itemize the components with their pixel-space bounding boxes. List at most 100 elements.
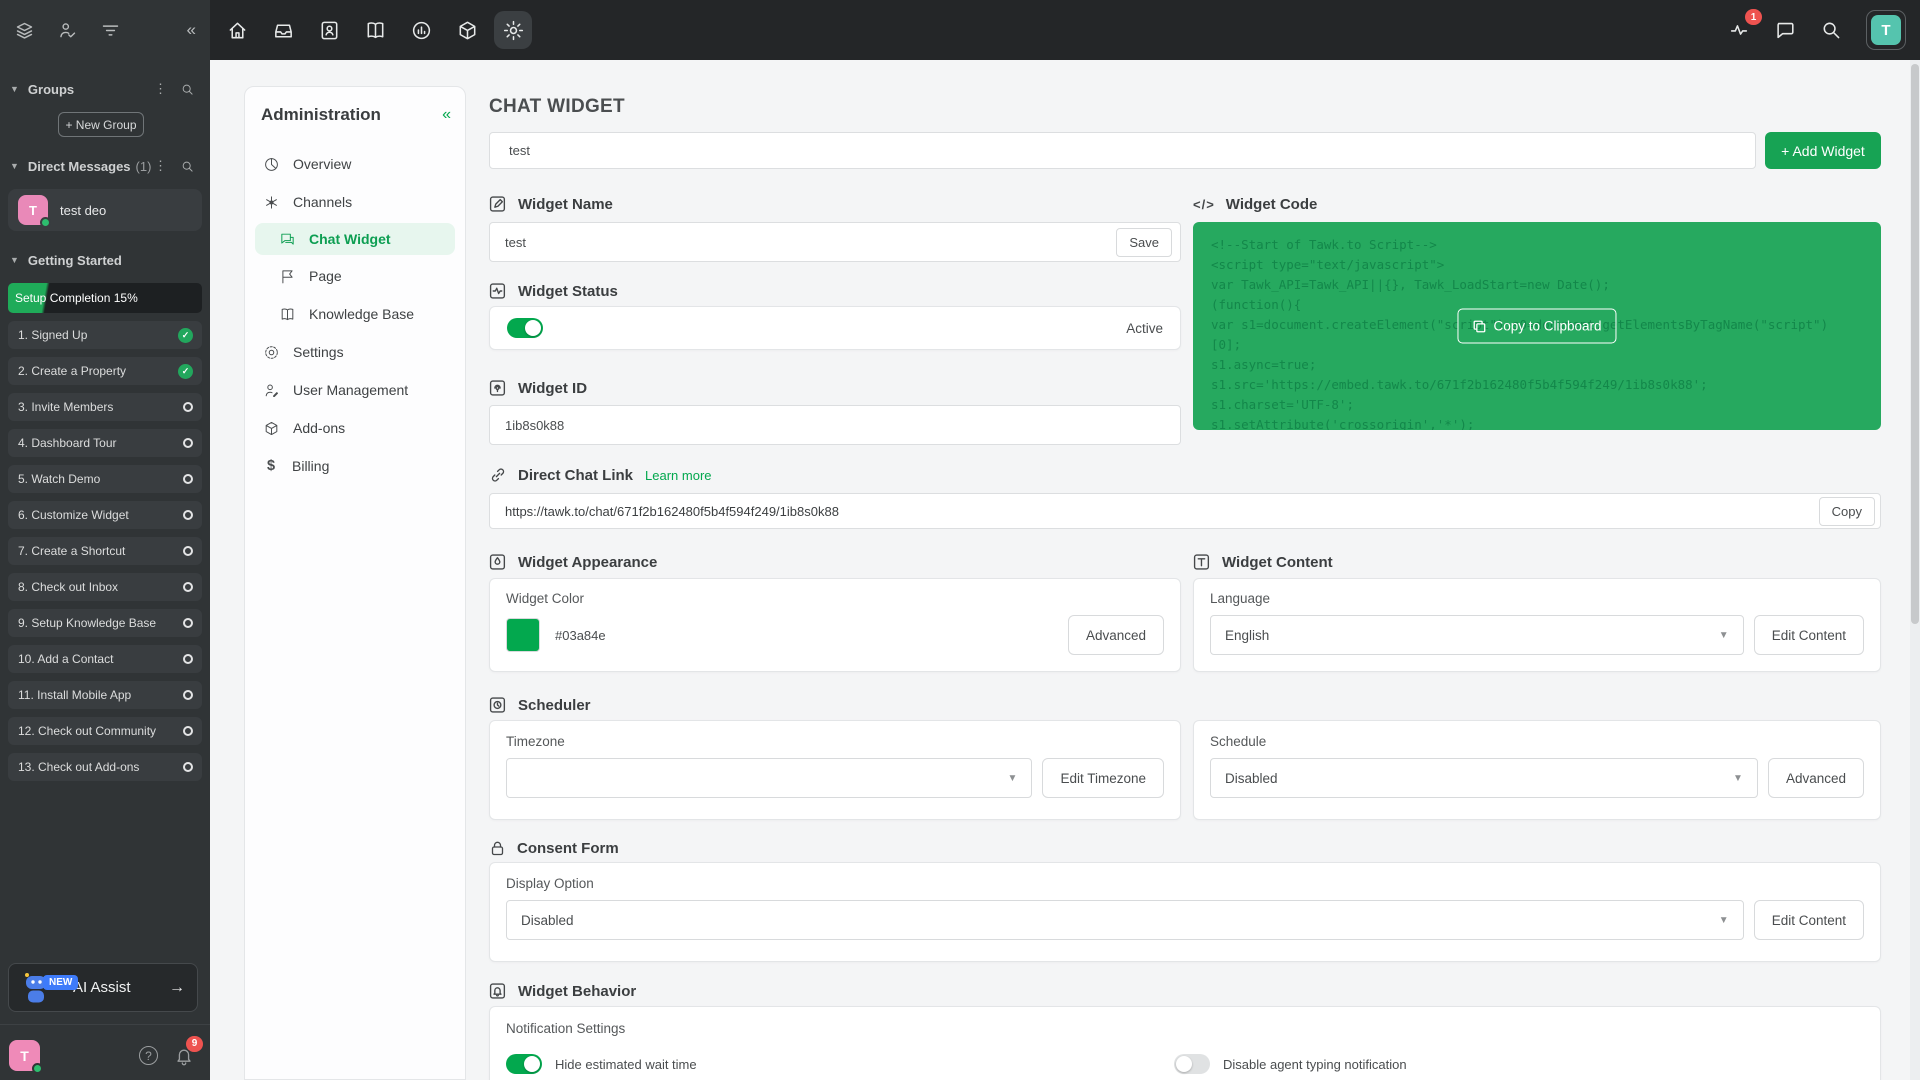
language-dropdown[interactable]: English ▼ — [1210, 615, 1744, 655]
checklist-item[interactable]: 6. Customize Widget ✓ — [8, 501, 202, 529]
widget-appearance-header: Widget Appearance — [489, 552, 1181, 572]
chevron-down-icon: ▼ — [1008, 773, 1018, 784]
nav-addons-button[interactable] — [448, 11, 486, 49]
nav-settings-button[interactable] — [494, 11, 532, 49]
widget-behavior-header: Widget Behavior — [489, 981, 1881, 1001]
groups-menu-icon[interactable]: ⋮ — [154, 81, 167, 97]
nav-knowledge-base-button[interactable] — [356, 11, 394, 49]
checklist-item[interactable]: 5. Watch Demo ✓ — [8, 465, 202, 493]
appearance-advanced-button[interactable]: Advanced — [1068, 615, 1164, 655]
direct-messages-menu-icon[interactable]: ⋮ — [154, 158, 167, 174]
color-hex-value: #03a84e — [555, 628, 606, 643]
display-option-dropdown[interactable]: Disabled ▼ — [506, 900, 1744, 940]
nav-item-chat-widget[interactable]: Chat Widget — [255, 223, 455, 255]
nav-item-page[interactable]: Page — [245, 257, 465, 295]
nav-item-billing[interactable]: $Billing — [245, 447, 465, 485]
nav-contacts-button[interactable] — [310, 11, 348, 49]
edit-timezone-button[interactable]: Edit Timezone — [1042, 758, 1164, 798]
checklist-item[interactable]: 12. Check out Community ✓ — [8, 717, 202, 745]
consent-edit-content-button[interactable]: Edit Content — [1754, 900, 1864, 940]
widget-selector-input[interactable]: test — [489, 132, 1756, 169]
checklist-item[interactable]: 10. Add a Contact ✓ — [8, 645, 202, 673]
caret-down-icon[interactable]: ▼ — [10, 161, 19, 171]
new-group-button[interactable]: + New Group — [58, 112, 144, 137]
copy-link-button[interactable]: Copy — [1819, 497, 1875, 526]
caret-down-icon[interactable]: ▼ — [10, 84, 19, 94]
checklist-item[interactable]: 3. Invite Members ✓ — [8, 393, 202, 421]
dm-avatar: T — [18, 195, 48, 225]
account-avatar[interactable]: T — [1866, 10, 1906, 50]
nav-item-add-ons[interactable]: Add-ons — [245, 409, 465, 447]
learn-more-link[interactable]: Learn more — [645, 468, 711, 483]
direct-chat-link-input[interactable]: https://tawk.to/chat/671f2b162480f5b4f59… — [489, 493, 1881, 529]
chevron-down-icon: ▼ — [1719, 630, 1729, 641]
caret-down-icon[interactable]: ▼ — [10, 255, 19, 265]
new-badge: NEW — [43, 975, 78, 990]
direct-chat-link-header: Direct Chat Link Learn more — [489, 465, 1881, 485]
widget-name-input[interactable]: test Save — [489, 222, 1181, 262]
checklist-item[interactable]: 13. Check out Add-ons ✓ — [8, 753, 202, 781]
nav-monitoring-button[interactable] — [402, 11, 440, 49]
administration-title: Administration — [261, 105, 381, 125]
code-icon: </> — [1193, 197, 1215, 212]
nav-home-button[interactable] — [218, 11, 256, 49]
panel-collapse-icon[interactable]: « — [442, 106, 451, 124]
empty-circle-icon — [183, 654, 193, 664]
activity-button[interactable]: 1 — [1728, 19, 1750, 41]
sidebar-collapse-icon[interactable]: « — [187, 20, 196, 40]
search-button[interactable] — [1820, 19, 1842, 41]
nav-item-knowledge-base[interactable]: Knowledge Base — [245, 295, 465, 333]
user-avatar[interactable]: T — [9, 1040, 40, 1071]
chat-bubble-icon — [1774, 19, 1796, 41]
page-scrollbar[interactable] — [1910, 60, 1920, 1080]
gear-icon — [263, 344, 293, 361]
nav-inbox-button[interactable] — [264, 11, 302, 49]
notifications-button[interactable]: 9 — [174, 1046, 194, 1066]
checklist-item[interactable]: 7. Create a Shortcut ✓ — [8, 537, 202, 565]
save-button[interactable]: Save — [1116, 228, 1172, 257]
scrollbar-thumb[interactable] — [1911, 64, 1919, 624]
nav-item-settings[interactable]: Settings — [245, 333, 465, 371]
checklist-item[interactable]: 11. Install Mobile App ✓ — [8, 681, 202, 709]
checklist-item-label: 2. Create a Property — [18, 364, 126, 378]
widget-status-toggle[interactable] — [507, 318, 543, 338]
user-edit-icon — [263, 382, 293, 399]
copy-to-clipboard-button[interactable]: Copy to Clipboard — [1457, 309, 1616, 344]
checklist-item[interactable]: 8. Check out Inbox ✓ — [8, 573, 202, 601]
flag-icon — [279, 268, 309, 285]
dm-name: test deo — [60, 203, 106, 218]
nav-item-user-management[interactable]: User Management — [245, 371, 465, 409]
checklist-item-label: 8. Check out Inbox — [18, 580, 118, 594]
ai-assist-button[interactable]: NEW AI Assist → — [8, 963, 198, 1012]
groups-search-icon[interactable] — [181, 83, 194, 96]
layers-icon[interactable] — [14, 20, 35, 41]
dm-list-item[interactable]: T test deo — [8, 189, 202, 231]
edit-content-button[interactable]: Edit Content — [1754, 615, 1864, 655]
schedule-advanced-button[interactable]: Advanced — [1768, 758, 1864, 798]
sidebar-footer: T ? 9 — [0, 1031, 210, 1080]
messages-button[interactable] — [1774, 19, 1796, 41]
bell-square-icon — [489, 982, 518, 1000]
checklist-item[interactable]: 2. Create a Property ✓ — [8, 357, 202, 385]
widget-id-input[interactable]: 1ib8s0k88 — [489, 405, 1181, 445]
nav-item-channels[interactable]: Channels — [245, 183, 465, 221]
checklist-item[interactable]: 9. Setup Knowledge Base ✓ — [8, 609, 202, 637]
checklist-item[interactable]: 4. Dashboard Tour ✓ — [8, 429, 202, 457]
widget-content-header: Widget Content — [1193, 552, 1881, 572]
nav-item-overview[interactable]: Overview — [245, 145, 465, 183]
color-swatch[interactable] — [506, 618, 540, 652]
checklist-item[interactable]: 1. Signed Up ✓ — [8, 321, 202, 349]
agent-status-icon[interactable] — [57, 20, 78, 41]
help-button[interactable]: ? — [139, 1046, 158, 1065]
checklist-item-label: 13. Check out Add-ons — [18, 760, 139, 774]
search-icon — [1820, 19, 1842, 41]
monitoring-icon — [410, 19, 433, 42]
filter-icon[interactable] — [100, 20, 121, 41]
hide-wait-time-toggle[interactable] — [506, 1054, 542, 1074]
disable-typing-toggle[interactable] — [1174, 1054, 1210, 1074]
direct-messages-count: (1) — [136, 159, 152, 174]
schedule-dropdown[interactable]: Disabled ▼ — [1210, 758, 1758, 798]
timezone-dropdown[interactable]: ▼ — [506, 758, 1032, 798]
direct-messages-search-icon[interactable] — [181, 160, 194, 173]
add-widget-button[interactable]: + Add Widget — [1765, 132, 1881, 169]
